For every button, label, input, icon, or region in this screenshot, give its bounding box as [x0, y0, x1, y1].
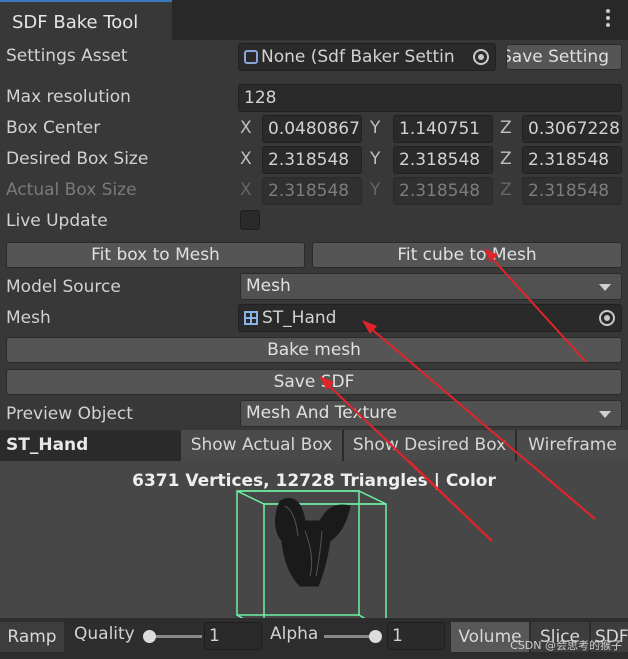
- preview-title: ST_Hand: [6, 435, 89, 455]
- desired-box-size-x-field[interactable]: 2.318548: [262, 146, 362, 174]
- more-options-icon[interactable]: [600, 8, 616, 30]
- preview-object-label: Preview Object: [6, 404, 133, 424]
- tab-show-desired-box[interactable]: Show Desired Box: [343, 430, 515, 461]
- alpha-label: Alpha: [270, 624, 319, 644]
- preview-object-dropdown[interactable]: Mesh And Texture: [240, 400, 622, 427]
- axis-z-label: Z: [500, 149, 512, 169]
- axis-x-label: X: [240, 118, 252, 138]
- model-source-label: Model Source: [6, 277, 121, 297]
- desired-box-size-y-field[interactable]: 2.318548: [393, 146, 493, 174]
- actual-box-size-label: Actual Box Size: [6, 180, 137, 200]
- alpha-slider-handle[interactable]: [369, 630, 382, 643]
- settings-asset-label: Settings Asset: [6, 46, 128, 66]
- watermark: CSDN @会思考的猴子: [510, 639, 622, 652]
- quality-label: Quality: [74, 624, 135, 644]
- quality-slider-handle[interactable]: [143, 630, 156, 643]
- object-picker-icon[interactable]: [599, 310, 615, 326]
- axis-y-label: Y: [370, 118, 381, 138]
- tab-show-actual-box[interactable]: Show Actual Box: [180, 430, 342, 461]
- box-center-y-field[interactable]: 1.140751: [393, 115, 493, 143]
- max-resolution-field[interactable]: 128: [238, 84, 622, 112]
- save-setting-button[interactable]: Save Setting: [506, 44, 622, 70]
- save-sdf-button[interactable]: Save SDF: [6, 369, 622, 395]
- axis-x-label: X: [240, 180, 252, 200]
- tab-sdf-bake-tool[interactable]: SDF Bake Tool: [0, 0, 172, 41]
- live-update-label: Live Update: [6, 211, 108, 231]
- alpha-field[interactable]: 1: [387, 622, 445, 650]
- preview-toolbar: ST_Hand Show Actual Box Show Desired Box…: [0, 430, 628, 461]
- fit-box-to-mesh-button[interactable]: Fit box to Mesh: [6, 242, 305, 268]
- chevron-down-icon: [599, 284, 611, 291]
- object-picker-icon[interactable]: [473, 49, 489, 65]
- axis-z-label: Z: [500, 118, 512, 138]
- axis-y-label: Y: [370, 149, 381, 169]
- axis-z-label: Z: [500, 180, 512, 200]
- max-resolution-label: Max resolution: [6, 87, 131, 107]
- tab-title: SDF Bake Tool: [12, 12, 139, 33]
- desired-box-size-label: Desired Box Size: [6, 149, 149, 169]
- window-tab-bar: SDF Bake Tool: [0, 0, 628, 41]
- mesh-preview-viewport[interactable]: 6371 Vertices, 12728 Triangles | Color: [0, 461, 628, 618]
- bake-mesh-button[interactable]: Bake mesh: [6, 337, 622, 363]
- mesh-icon: [244, 311, 258, 325]
- live-update-checkbox[interactable]: [240, 210, 260, 230]
- tab-wireframe[interactable]: Wireframe: [516, 430, 628, 461]
- fit-cube-to-mesh-button[interactable]: Fit cube to Mesh: [312, 242, 622, 268]
- axis-x-label: X: [240, 149, 252, 169]
- chevron-down-icon: [599, 411, 611, 418]
- mesh-object-field[interactable]: ST_Hand: [238, 304, 622, 332]
- mesh-label: Mesh: [6, 308, 51, 328]
- asset-icon: [244, 50, 258, 64]
- actual-box-size-z-field: 2.318548: [522, 177, 622, 205]
- axis-y-label: Y: [370, 180, 381, 200]
- actual-box-size-y-field: 2.318548: [393, 177, 493, 205]
- annotation-arrows: [407, 461, 596, 542]
- quality-field[interactable]: 1: [204, 622, 262, 650]
- box-center-z-field[interactable]: 0.3067228: [522, 115, 622, 143]
- actual-box-size-x-field: 2.318548: [262, 177, 362, 205]
- ramp-button[interactable]: Ramp: [0, 622, 64, 652]
- model-source-dropdown[interactable]: Mesh: [240, 273, 622, 300]
- box-center-label: Box Center: [6, 118, 101, 138]
- box-center-x-field[interactable]: 0.0480867: [262, 115, 362, 143]
- settings-asset-field[interactable]: None (Sdf Baker Settin: [238, 43, 496, 71]
- desired-box-size-z-field[interactable]: 2.318548: [522, 146, 622, 174]
